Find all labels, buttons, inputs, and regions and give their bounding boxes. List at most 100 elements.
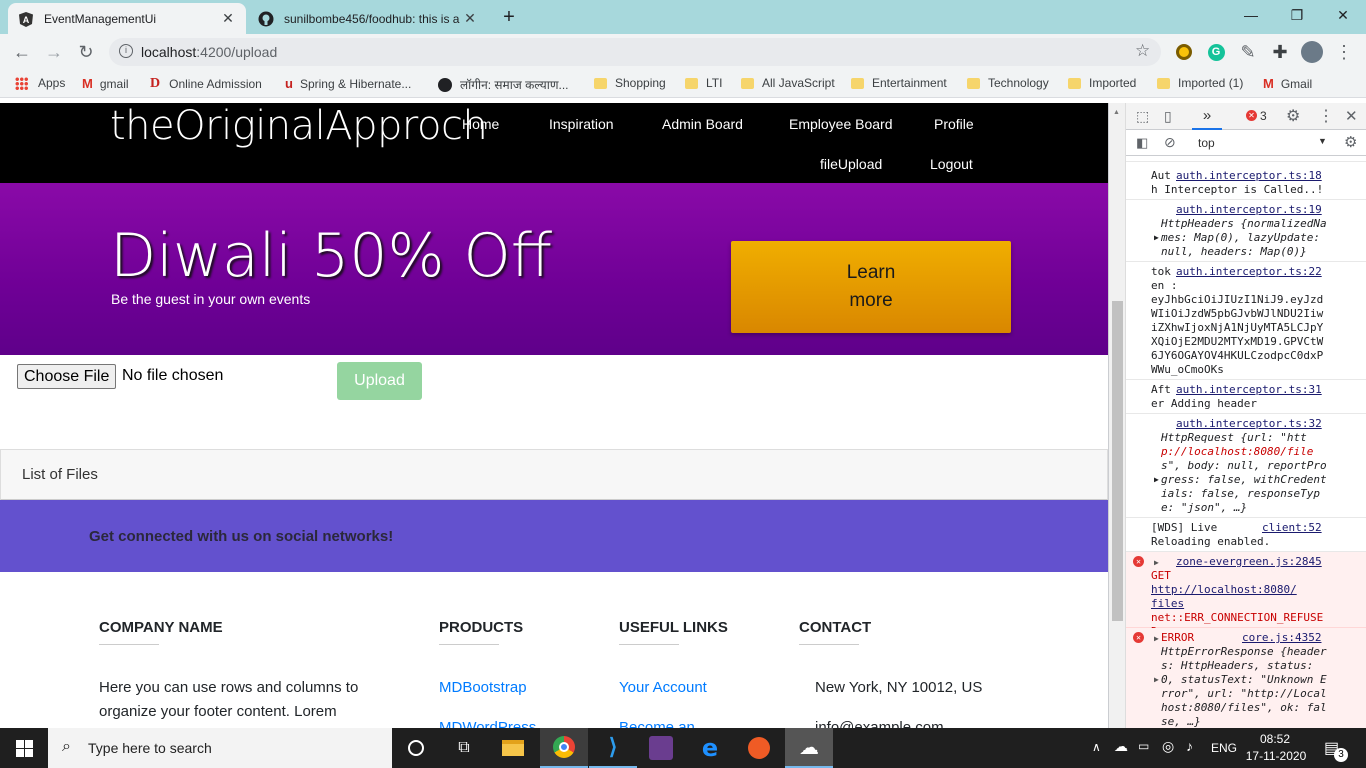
expand-triangle-icon[interactable]: ▶ (1154, 673, 1159, 687)
bookmark-gmail[interactable]: Mgmail (82, 76, 129, 91)
bookmark-folder-imported[interactable]: Imported (1068, 76, 1136, 90)
language-indicator[interactable]: ENG (1211, 741, 1237, 755)
nav-employee-board[interactable]: Employee Board (789, 116, 893, 132)
nav-file-upload[interactable]: fileUpload (820, 156, 882, 172)
context-selector[interactable]: top (1198, 136, 1215, 150)
expand-triangle-icon[interactable]: ▶ (1154, 473, 1159, 487)
source-link[interactable]: auth.interceptor.ts:18 (1176, 169, 1322, 183)
console-settings-icon[interactable]: ⚙ (1344, 133, 1357, 151)
source-link[interactable]: auth.interceptor.ts:32 (1176, 417, 1322, 431)
learn-more-button[interactable]: Learn more (731, 241, 1011, 333)
bookmark-folder-lti[interactable]: LTI (685, 76, 722, 90)
close-tab-icon[interactable]: ✕ (220, 10, 236, 27)
upload-button[interactable]: Upload (337, 362, 422, 400)
chrome-icon[interactable] (540, 728, 588, 768)
onedrive-icon[interactable]: ☁ (1114, 738, 1128, 755)
source-link[interactable]: client:52 (1262, 521, 1322, 535)
minimize-button[interactable]: — (1228, 0, 1274, 30)
inspect-element-icon[interactable]: ⬚ (1136, 108, 1149, 125)
file-explorer-icon[interactable] (489, 728, 537, 768)
devtools-menu-icon[interactable]: ⋮ (1318, 106, 1334, 126)
forward-arrow-icon[interactable]: → (40, 38, 68, 66)
close-window-button[interactable]: ✕ (1320, 0, 1366, 30)
postman-icon[interactable] (735, 728, 783, 768)
bookmark-star-icon[interactable]: ☆ (1135, 41, 1150, 61)
request-url-link[interactable]: http://localhost:8080/ (1151, 583, 1366, 597)
nav-admin-board[interactable]: Admin Board (662, 116, 743, 132)
nav-profile[interactable]: Profile (934, 116, 974, 132)
browser-menu-icon[interactable]: ⋮ (1330, 38, 1358, 66)
taskbar-search-box[interactable]: ⌕ Type here to search (48, 728, 392, 768)
eyedropper-icon[interactable]: ✎ (1234, 38, 1262, 66)
footer-link-mdbootstrap[interactable]: MDBootstrap (439, 679, 527, 696)
bookmark-folder-shopping[interactable]: Shopping (594, 76, 666, 90)
footer-link-mdwordpress[interactable]: MDWordPress (439, 719, 536, 728)
bookmark-apps[interactable]: Apps (15, 76, 65, 90)
expand-triangle-icon[interactable]: ▶ (1154, 632, 1159, 646)
brand-logo[interactable]: theOriginalApproch (110, 103, 488, 149)
bookmark-folder-all-javascript[interactable]: All JavaScript (741, 76, 835, 90)
profile-avatar[interactable] (1298, 38, 1326, 66)
source-link[interactable]: core.js:4352 (1242, 631, 1321, 645)
error-count[interactable]: 3 (1260, 109, 1267, 123)
device-toolbar-icon[interactable]: ▯ (1164, 108, 1172, 125)
expand-triangle-icon[interactable]: ▶ (1154, 231, 1159, 245)
page-scrollbar[interactable]: ▲ (1109, 103, 1126, 728)
tab-event-management[interactable]: A EventManagementUi ✕ (8, 3, 246, 34)
info-icon[interactable]: i (119, 44, 133, 58)
expand-triangle-icon[interactable]: ▶ (1154, 556, 1159, 570)
github-icon (258, 11, 274, 27)
clock-date[interactable]: 17-11-2020 (1244, 749, 1308, 763)
bookmark-folder-entertainment[interactable]: Entertainment (851, 76, 947, 90)
nav-inspiration[interactable]: Inspiration (549, 116, 614, 132)
battery-icon[interactable]: ▭ (1138, 739, 1149, 753)
windows-start-icon[interactable] (0, 728, 48, 768)
reload-icon[interactable]: ↻ (72, 38, 100, 66)
extensions-puzzle-icon[interactable]: ✚ (1266, 38, 1294, 66)
back-arrow-icon[interactable]: ← (8, 38, 36, 66)
tab-github-foodhub[interactable]: sunilbombe456/foodhub: this is a ✕ (248, 3, 488, 34)
d-logo-icon: D (150, 76, 161, 91)
footer-link-become-affiliate[interactable]: Become an (619, 719, 695, 728)
nav-home[interactable]: Home (462, 116, 499, 132)
bookmark-gmail-2[interactable]: M Gmail (1263, 76, 1312, 91)
bookmark-online-admission[interactable]: D Online Admission (150, 76, 262, 92)
bookmark-folder-imported-1[interactable]: Imported (1) (1157, 76, 1243, 90)
cortana-icon[interactable] (392, 728, 440, 768)
source-link[interactable]: zone-evergreen.js:2845 (1176, 555, 1322, 569)
task-view-icon[interactable]: ⧉ (440, 728, 488, 768)
extension-grammarly-icon[interactable]: G (1202, 38, 1230, 66)
source-link[interactable]: auth.interceptor.ts:31 (1176, 383, 1322, 397)
network-icon[interactable]: ◎ (1162, 738, 1174, 755)
settings-gear-icon[interactable]: ⚙ (1286, 106, 1300, 126)
footer-divider (619, 644, 679, 645)
vscode-icon[interactable]: ⟩ (589, 728, 637, 768)
volume-icon[interactable]: ♪ (1186, 738, 1193, 754)
show-hidden-icons-icon[interactable]: ∧ (1092, 740, 1101, 754)
new-tab-button[interactable]: + (498, 6, 520, 28)
bookmark-folder-technology[interactable]: Technology (967, 76, 1049, 90)
choose-file-button[interactable]: Choose File (17, 364, 117, 389)
clear-console-icon[interactable]: ⊘ (1164, 134, 1176, 151)
sidebar-toggle-icon[interactable]: ◧ (1136, 135, 1148, 151)
bookmark-samaj-kalyan[interactable]: लॉगीन: समाज कल्याण... (438, 76, 569, 93)
close-tab-icon[interactable]: ✕ (462, 10, 478, 27)
extension-moon-icon[interactable] (1170, 38, 1198, 66)
close-devtools-icon[interactable]: ✕ (1345, 107, 1358, 125)
footer-link-your-account[interactable]: Your Account (619, 679, 707, 696)
cloud-app-icon[interactable]: ☁ (785, 728, 833, 768)
edge-icon[interactable]: e (686, 728, 734, 768)
apps-grid-icon (15, 76, 28, 90)
bookmark-spring-hibernate[interactable]: u Spring & Hibernate... (285, 76, 411, 91)
source-link[interactable]: auth.interceptor.ts:22 (1176, 265, 1322, 279)
source-link[interactable]: auth.interceptor.ts:19 (1176, 203, 1322, 217)
scrollbar-thumb[interactable] (1112, 301, 1123, 621)
restore-button[interactable]: ❐ (1274, 0, 1320, 30)
request-url-link[interactable]: files (1151, 597, 1366, 611)
clock-time[interactable]: 08:52 (1250, 732, 1300, 746)
game-app-icon[interactable] (637, 728, 685, 768)
scroll-up-icon[interactable]: ▲ (1113, 109, 1120, 116)
more-tabs-button[interactable]: » (1192, 103, 1222, 130)
nav-logout[interactable]: Logout (930, 156, 973, 172)
address-bar[interactable]: i localhost:4200/upload ☆ (109, 38, 1161, 66)
